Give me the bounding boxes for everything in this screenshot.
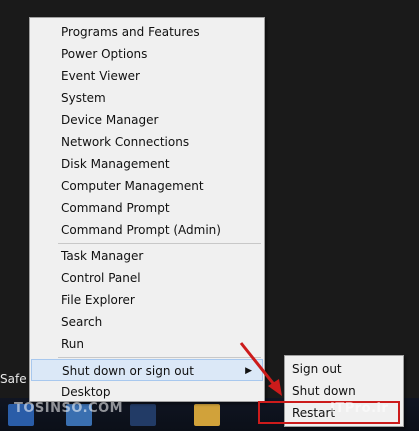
annotation-arrow-icon	[239, 342, 282, 396]
watermark-right: ITPro.ir	[330, 401, 389, 416]
watermark-left: TOSINSO.COM	[14, 401, 124, 416]
